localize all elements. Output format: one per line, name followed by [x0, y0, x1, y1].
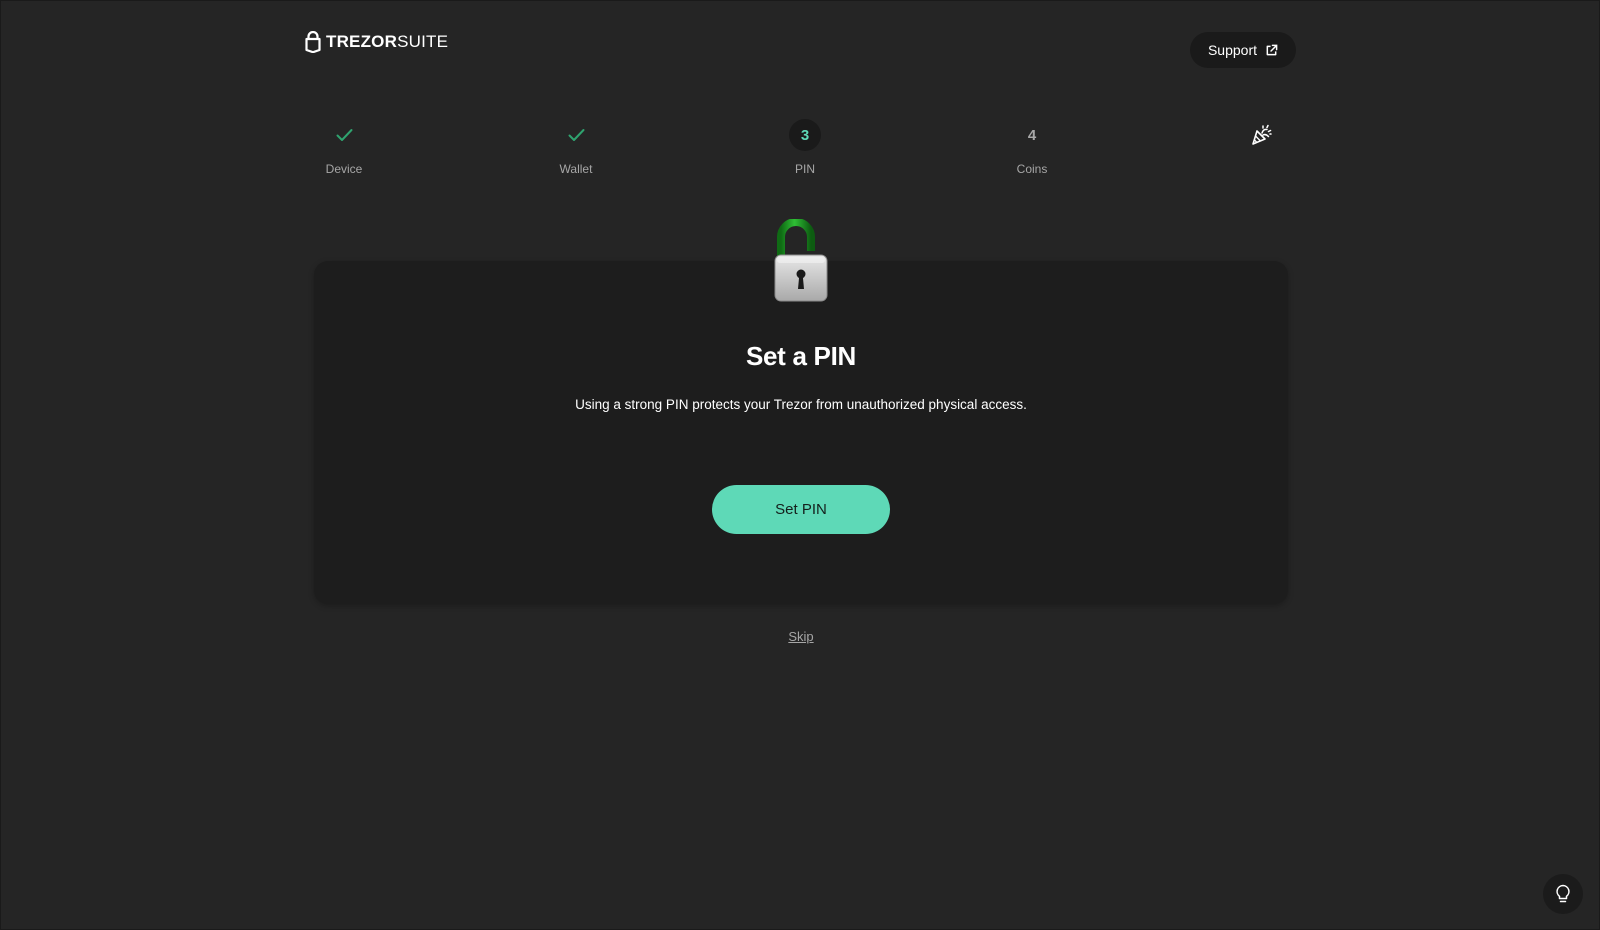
party-popper-icon	[1252, 124, 1272, 145]
step-pin: 3 PIN	[745, 119, 865, 176]
set-pin-button[interactable]: Set PIN	[712, 485, 890, 534]
support-label: Support	[1207, 42, 1258, 58]
pin-setup-card	[314, 261, 1288, 604]
check-icon	[568, 129, 584, 141]
step-coins: 4 Coins	[972, 119, 1092, 177]
app-window: TREZORSUITE Support Device Wallet 3 PIN …	[0, 0, 1600, 930]
step-final-indicator	[1245, 119, 1277, 151]
step-coins-label: Coins	[1016, 162, 1048, 176]
external-link-icon	[1266, 44, 1278, 55]
step-device-indicator	[328, 119, 360, 151]
step-wallet-label: Wallet	[559, 162, 593, 176]
logo-text-bold: TREZOR	[326, 32, 398, 51]
step-device: Device	[284, 119, 404, 176]
step-device-label: Device	[325, 162, 363, 176]
step-final	[1201, 119, 1321, 162]
logo-text: TREZORSUITE	[326, 32, 448, 52]
step-pin-label: PIN	[794, 162, 815, 176]
step-wallet-indicator	[560, 119, 592, 151]
tips-button[interactable]	[1543, 874, 1583, 914]
padlock-unlocked-icon	[774, 219, 828, 302]
step-pin-indicator: 3	[789, 119, 821, 151]
card-description: Using a strong PIN protects your Trezor …	[575, 397, 1027, 412]
step-wallet: Wallet	[516, 119, 636, 176]
logo-text-thin: SUITE	[397, 32, 449, 51]
lightbulb-icon	[1556, 884, 1570, 903]
card-title: Set a PIN	[745, 341, 856, 371]
support-button[interactable]: Support	[1190, 32, 1296, 68]
step-coins-indicator: 4	[1027, 126, 1037, 144]
trezor-suite-logo: TREZORSUITE	[305, 31, 448, 53]
skip-link[interactable]: Skip	[761, 629, 841, 644]
check-icon	[336, 129, 352, 141]
trezor-lock-icon	[305, 31, 321, 53]
